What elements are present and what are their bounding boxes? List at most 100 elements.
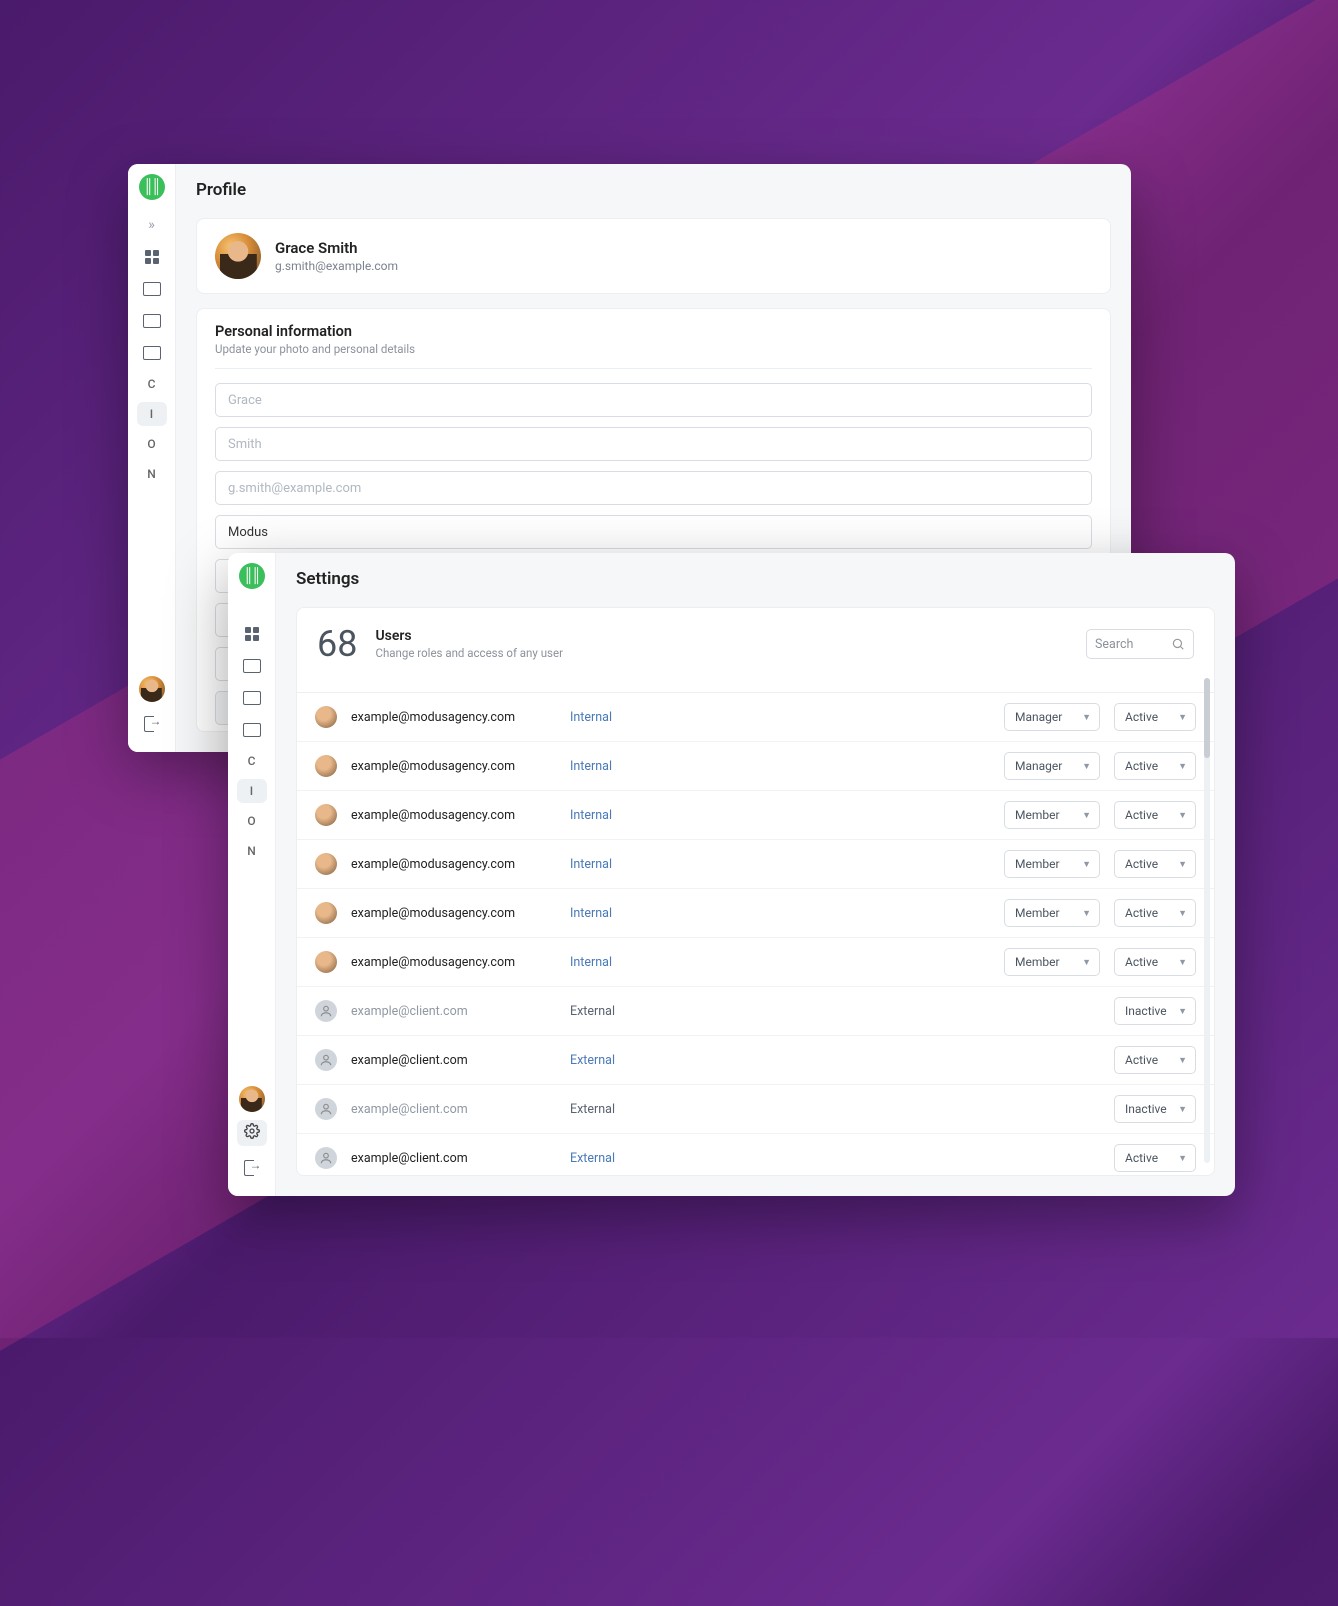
- status-dropdown[interactable]: Active▼: [1114, 1144, 1196, 1172]
- user-email: example@modusagency.com: [351, 759, 556, 774]
- nav-letter-c[interactable]: C: [237, 749, 267, 773]
- user-type[interactable]: Internal: [570, 955, 612, 970]
- users-subtitle: Change roles and access of any user: [375, 646, 563, 660]
- logout-button[interactable]: [137, 710, 167, 736]
- logout-icon: [144, 716, 160, 730]
- user-type[interactable]: Internal: [570, 906, 612, 921]
- nav-letter-i[interactable]: I: [237, 779, 267, 803]
- email-input[interactable]: g.smith@example.com: [215, 471, 1092, 505]
- user-count: 68: [317, 626, 357, 662]
- chevron-down-icon: ▼: [1178, 1104, 1187, 1115]
- nav-letter-o[interactable]: O: [137, 432, 167, 456]
- company-input[interactable]: Modus: [215, 515, 1092, 549]
- chevron-down-icon: ▼: [1178, 712, 1187, 723]
- role-dropdown[interactable]: Manager▼: [1004, 703, 1100, 731]
- user-avatar: [215, 233, 261, 279]
- nav-folder-3[interactable]: [237, 717, 267, 743]
- nav-dashboard[interactable]: [137, 244, 167, 270]
- nav-folder-3[interactable]: [137, 340, 167, 366]
- chevron-down-icon: ▼: [1178, 1006, 1187, 1017]
- user-icon: [315, 1098, 337, 1120]
- role-dropdown[interactable]: Member▼: [1004, 899, 1100, 927]
- section-subtitle: Update your photo and personal details: [215, 342, 1092, 356]
- user-type[interactable]: Internal: [570, 808, 612, 823]
- user-avatar: [315, 706, 337, 728]
- nav-letter-i[interactable]: I: [137, 402, 167, 426]
- current-user-avatar[interactable]: [239, 1086, 265, 1112]
- user-email: example@client.com: [351, 1151, 556, 1166]
- status-dropdown[interactable]: Inactive▼: [1114, 997, 1196, 1025]
- logout-button[interactable]: [237, 1154, 267, 1180]
- user-type[interactable]: Internal: [570, 710, 612, 725]
- nav-folder-1[interactable]: [237, 653, 267, 679]
- user-row: example@client.com External Active▼: [297, 1036, 1214, 1085]
- user-row: example@modusagency.comInternalMember▼Ac…: [297, 889, 1214, 938]
- user-email: example@client.com: [351, 1102, 556, 1117]
- user-list: example@modusagency.com Internal Manager▼ A…: [297, 692, 1214, 1175]
- user-row: example@modusagency.com Internal Member▼ Ac…: [297, 791, 1214, 840]
- nav-dashboard[interactable]: [237, 621, 267, 647]
- chevron-down-icon: ▼: [1178, 810, 1187, 821]
- status-dropdown[interactable]: Active▼: [1114, 899, 1196, 927]
- chevron-down-icon: ▼: [1082, 957, 1091, 968]
- nav-folder-2[interactable]: [237, 685, 267, 711]
- user-row: example@client.comExternalInactive▼: [297, 987, 1214, 1036]
- chevron-down-icon: ▼: [1082, 908, 1091, 919]
- nav-letter-o[interactable]: O: [237, 809, 267, 833]
- search-placeholder: Search: [1095, 637, 1133, 652]
- settings-window: ║║ C I O N Settings 68 Use: [228, 553, 1235, 1196]
- status-dropdown[interactable]: Active▼: [1114, 703, 1196, 731]
- status-dropdown[interactable]: Active▼: [1114, 850, 1196, 878]
- nav-letter-n[interactable]: N: [237, 839, 267, 863]
- user-row: example@modusagency.comInternalMember▼Ac…: [297, 938, 1214, 987]
- expand-sidebar-button[interactable]: [137, 212, 167, 238]
- role-dropdown[interactable]: Member▼: [1004, 801, 1100, 829]
- section-title: Personal information: [215, 323, 1092, 340]
- user-type[interactable]: Internal: [570, 759, 612, 774]
- last-name-input[interactable]: Smith: [215, 427, 1092, 461]
- user-type[interactable]: External: [570, 1053, 615, 1068]
- user-icon: [315, 1000, 337, 1022]
- nav-settings[interactable]: [237, 1120, 267, 1146]
- user-row: example@client.comExternalInactive▼: [297, 1085, 1214, 1134]
- role-dropdown[interactable]: Manager▼: [1004, 752, 1100, 780]
- nav-folder-1[interactable]: [137, 276, 167, 302]
- user-avatar: [315, 853, 337, 875]
- nav-letter-n[interactable]: N: [137, 462, 167, 486]
- nav-folder-2[interactable]: [137, 308, 167, 334]
- chevron-down-icon: ▼: [1082, 859, 1091, 870]
- first-name-input[interactable]: Grace: [215, 383, 1092, 417]
- user-type: External: [570, 1004, 615, 1019]
- user-row: example@client.com External Active▼: [297, 1134, 1214, 1175]
- search-input[interactable]: Search: [1086, 629, 1194, 659]
- users-card: 68 Users Change roles and access of any …: [296, 607, 1215, 1176]
- folder-icon: [243, 659, 261, 673]
- current-user-avatar[interactable]: [139, 676, 165, 702]
- users-title: Users: [375, 628, 563, 644]
- user-type[interactable]: Internal: [570, 857, 612, 872]
- user-email: example@modusagency.com: [351, 808, 556, 823]
- status-dropdown[interactable]: Active▼: [1114, 948, 1196, 976]
- folder-icon: [143, 314, 161, 328]
- nav-letter-c[interactable]: C: [137, 372, 167, 396]
- user-avatar: [315, 755, 337, 777]
- user-email: g.smith@example.com: [275, 259, 398, 273]
- user-type[interactable]: External: [570, 1151, 615, 1166]
- page-title: Settings: [296, 569, 1215, 589]
- user-email: example@modusagency.com: [351, 857, 556, 872]
- scrollbar[interactable]: [1204, 678, 1210, 1163]
- chevron-down-icon: ▼: [1178, 908, 1187, 919]
- user-row: example@modusagency.comInternalManager▼A…: [297, 693, 1214, 742]
- status-dropdown[interactable]: Active▼: [1114, 752, 1196, 780]
- user-name: Grace Smith: [275, 239, 398, 257]
- chevron-down-icon: ▼: [1178, 1153, 1187, 1164]
- status-dropdown[interactable]: Active▼: [1114, 1046, 1196, 1074]
- chevron-down-icon: ▼: [1178, 957, 1187, 968]
- role-dropdown[interactable]: Member▼: [1004, 948, 1100, 976]
- status-dropdown[interactable]: Inactive▼: [1114, 1095, 1196, 1123]
- role-dropdown[interactable]: Member▼: [1004, 850, 1100, 878]
- chevron-down-icon: ▼: [1082, 712, 1091, 723]
- user-email: example@client.com: [351, 1053, 556, 1068]
- app-logo: ║║: [239, 563, 265, 589]
- status-dropdown[interactable]: Active▼: [1114, 801, 1196, 829]
